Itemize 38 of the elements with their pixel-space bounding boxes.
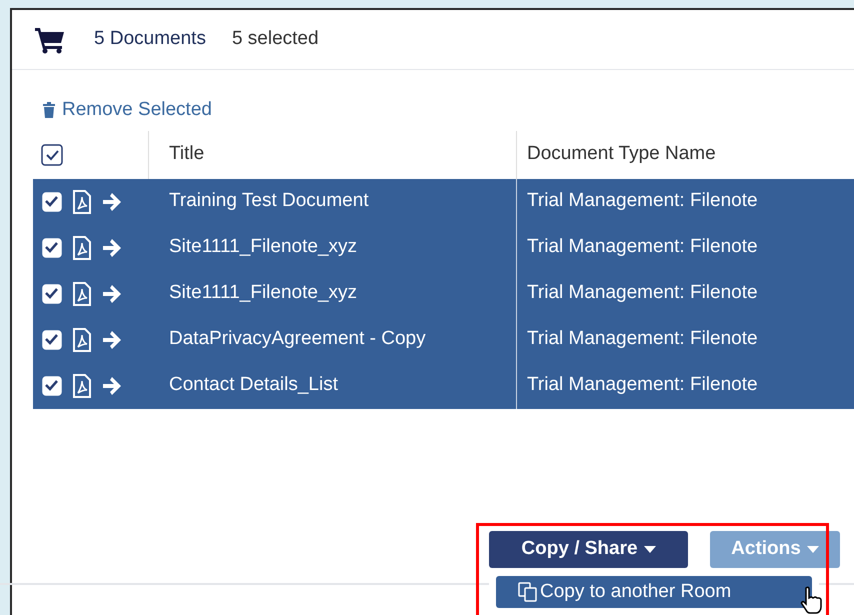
table-cell: Contact Details_List bbox=[149, 362, 517, 408]
select-all-checkbox[interactable] bbox=[41, 144, 63, 166]
row-checkbox[interactable] bbox=[42, 376, 62, 396]
table-row[interactable]: DataPrivacyAgreement - Copy Trial Management: Filenote bbox=[33, 316, 854, 362]
table-cell-text: Trial Management: Filenote bbox=[526, 373, 759, 398]
pdf-file-icon bbox=[72, 236, 92, 260]
row-checkbox[interactable] bbox=[42, 330, 62, 350]
document-count: 5 Documents bbox=[94, 27, 206, 52]
table-row[interactable]: Site1111_Filenote_xyz Trial Management: Filenote bbox=[33, 270, 854, 316]
copy-icon bbox=[518, 582, 538, 602]
column-header: Document Type Name bbox=[526, 142, 717, 166]
menu-item[interactable]: Copy to another Room bbox=[496, 576, 812, 608]
table-cell-text: Trial Management: Filenote bbox=[526, 281, 759, 306]
caret-icon bbox=[644, 546, 656, 553]
trash-icon bbox=[42, 102, 56, 118]
table-cell-text: Trial Management: Filenote bbox=[526, 327, 759, 352]
cart-icon bbox=[34, 26, 66, 54]
table-cell-text: Trial Management: Filenote bbox=[526, 189, 759, 214]
remove-selected-link[interactable]: Remove Selected bbox=[42, 96, 212, 124]
table-row[interactable]: Contact Details_List Trial Management: Filenote bbox=[33, 362, 854, 408]
copy-share-button[interactable]: Copy / Share bbox=[489, 531, 688, 568]
arrow-right-icon[interactable] bbox=[102, 192, 122, 210]
caret-icon bbox=[806, 546, 819, 553]
arrow-right-icon[interactable] bbox=[102, 376, 122, 394]
arrow-right-icon[interactable] bbox=[102, 284, 122, 302]
arrow-right-icon[interactable] bbox=[102, 238, 122, 256]
row-checkbox[interactable] bbox=[42, 238, 62, 258]
pdf-file-icon bbox=[72, 328, 92, 352]
row-checkbox[interactable] bbox=[42, 192, 62, 212]
pdf-file-icon bbox=[72, 190, 92, 214]
selected-count: 5 selected bbox=[232, 27, 319, 52]
table-row[interactable]: Training Test Document Trial Management: Filenote bbox=[33, 178, 854, 224]
row-checkbox[interactable] bbox=[42, 284, 62, 304]
arrow-right-icon[interactable] bbox=[102, 330, 122, 348]
pdf-file-icon bbox=[72, 282, 92, 306]
table-row[interactable]: Site1111_Filenote_xyz Trial Management: Filenote bbox=[33, 224, 854, 270]
table-cell-text: Trial Management: Filenote bbox=[526, 235, 759, 260]
pdf-file-icon bbox=[72, 374, 92, 398]
